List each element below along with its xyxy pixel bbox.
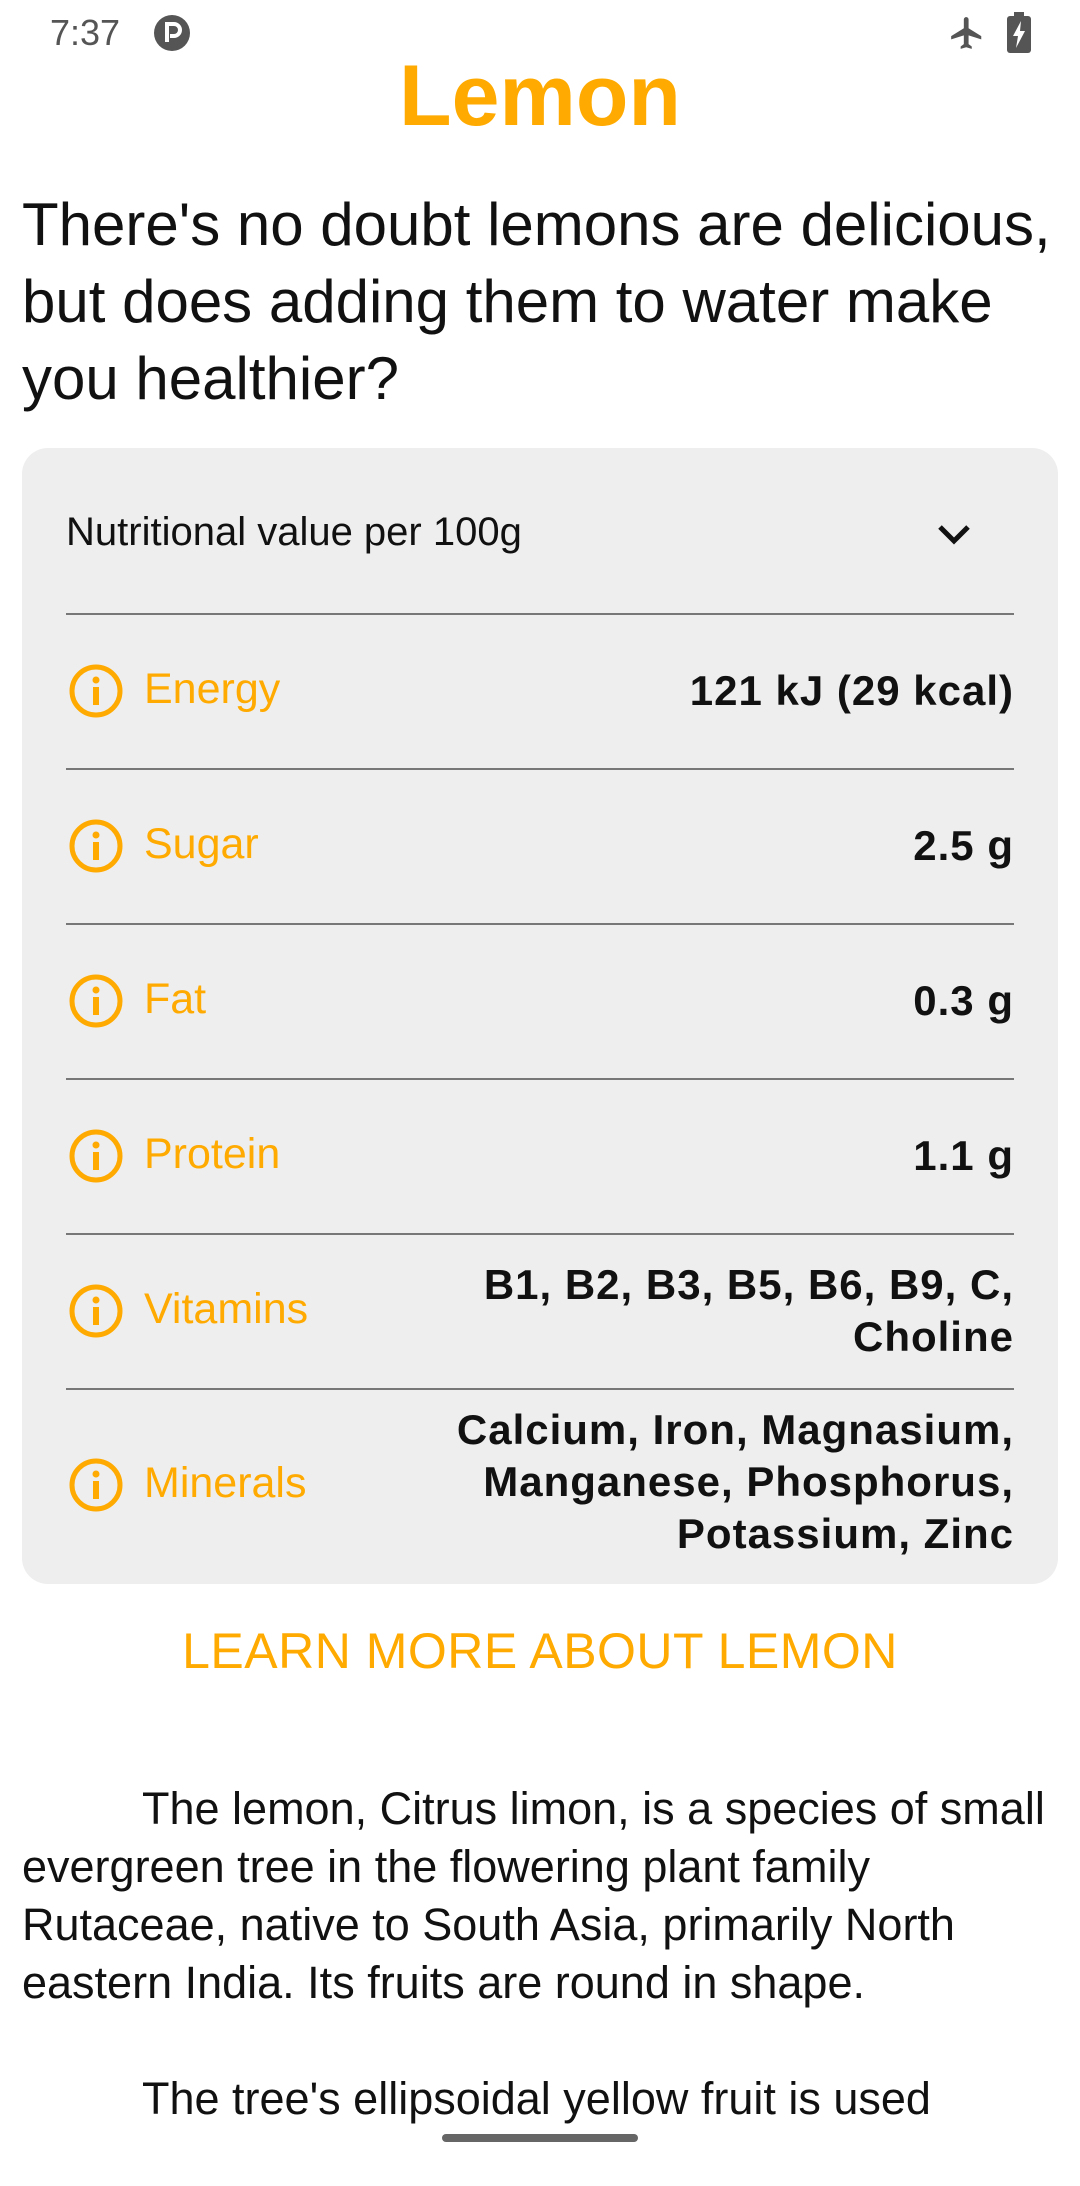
row-value: 2.5 g — [913, 822, 1014, 869]
headline: There's no doubt lemons are delicious, b… — [22, 191, 1051, 412]
description-paragraph: The tree's ellipsoidal yellow fruit is u… — [142, 2073, 931, 2124]
row-value: Calcium, Iron, Magnasium, Manganese, Pho… — [457, 1404, 1014, 1560]
row-value-line: Calcium, Iron, Magnasium, — [456, 1406, 1014, 1453]
row-value-line: Manganese, Phosphorus, — [483, 1458, 1014, 1505]
navigation-handle[interactable] — [442, 2134, 638, 2142]
nutrition-row-fat: Fat 0.3 g — [66, 925, 1014, 1080]
chevron-down-icon[interactable] — [934, 514, 974, 554]
nutrition-row-minerals: Minerals Calcium, Iron, Magnasium, Manga… — [66, 1390, 1014, 1584]
nutrition-card: Nutritional value per 100g Energy 121 kJ… — [22, 448, 1058, 1584]
row-label: Fat — [144, 975, 207, 1023]
info-icon[interactable] — [66, 816, 126, 876]
row-value: 0.3 g — [913, 977, 1014, 1024]
page-title: Lemon — [399, 48, 681, 144]
row-value: 121 kJ (29 kcal) — [689, 667, 1014, 714]
row-label: Protein — [144, 1130, 281, 1178]
row-label: Energy — [144, 665, 281, 713]
nutrition-header-label: Nutritional value per 100g — [66, 510, 522, 554]
nutrition-row-energy: Energy 121 kJ (29 kcal) — [66, 615, 1014, 770]
row-label: Vitamins — [144, 1285, 309, 1333]
row-value-line: Choline — [853, 1313, 1014, 1360]
info-icon[interactable] — [66, 971, 126, 1031]
row-value-line: Potassium, Zinc — [676, 1510, 1014, 1557]
info-icon[interactable] — [66, 1126, 126, 1186]
description-paragraph: The lemon, Citrus limon, is a species of… — [22, 1783, 1045, 2008]
row-label: Sugar — [144, 820, 259, 868]
nutrition-header[interactable]: Nutritional value per 100g — [66, 448, 1014, 615]
nutrition-row-protein: Protein 1.1 g — [66, 1080, 1014, 1235]
description: The lemon, Citrus limon, is a species of… — [22, 1780, 1062, 2186]
row-value: B1, B2, B3, B5, B6, B9, C, Choline — [484, 1259, 1014, 1363]
nutrition-row-sugar: Sugar 2.5 g — [66, 770, 1014, 925]
row-value: 1.1 g — [913, 1132, 1014, 1179]
row-value-line: B1, B2, B3, B5, B6, B9, C, — [483, 1261, 1014, 1308]
nutrition-row-vitamins: Vitamins B1, B2, B3, B5, B6, B9, C, Chol… — [66, 1235, 1014, 1390]
learn-more-button[interactable]: LEARN MORE ABOUT LEMON — [0, 1622, 1080, 1680]
info-icon[interactable] — [66, 1455, 126, 1515]
info-icon[interactable] — [66, 661, 126, 721]
info-icon[interactable] — [66, 1281, 126, 1341]
row-label: Minerals — [144, 1459, 307, 1507]
